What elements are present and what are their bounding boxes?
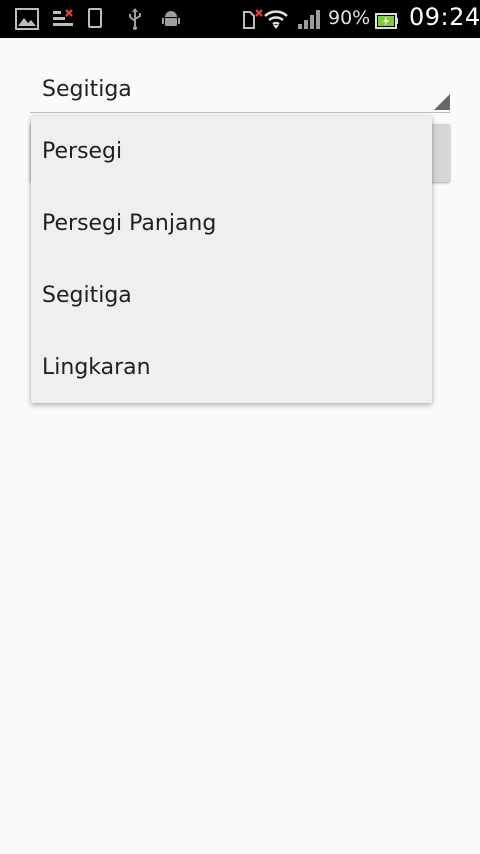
usb-icon: [129, 8, 141, 30]
device-icon: [88, 8, 102, 28]
option-label: Persegi Panjang: [42, 211, 217, 236]
status-bar: 90% 09:24: [0, 0, 480, 38]
option-label: Segitiga: [42, 283, 132, 308]
sms-error-icon: [53, 9, 73, 26]
app-content: Segitiga Persegi Persegi Panjang Segitig…: [0, 38, 480, 854]
wifi-icon: [264, 10, 288, 29]
dropdown-option-persegi[interactable]: Persegi: [31, 116, 432, 188]
option-label: Lingkaran: [42, 355, 151, 380]
clock: 09:24: [409, 3, 480, 31]
spinner-dropdown-list: Persegi Persegi Panjang Segitiga Lingkar…: [31, 116, 432, 403]
battery-charging-icon: [375, 13, 398, 29]
spinner-selected-value: Segitiga: [42, 77, 132, 102]
spinner-arrow-icon: [434, 94, 450, 110]
dropdown-option-persegi-panjang[interactable]: Persegi Panjang: [31, 188, 432, 260]
option-label: Persegi: [42, 139, 123, 164]
battery-percent: 90%: [328, 7, 371, 29]
dropdown-option-segitiga[interactable]: Segitiga: [31, 260, 432, 332]
android-debug-icon: [162, 11, 180, 26]
shape-spinner[interactable]: Segitiga: [30, 68, 450, 113]
dropdown-option-lingkaran[interactable]: Lingkaran: [31, 332, 432, 404]
no-sim-icon: [243, 9, 263, 29]
gallery-icon: [15, 8, 39, 30]
signal-icon: [298, 10, 320, 29]
